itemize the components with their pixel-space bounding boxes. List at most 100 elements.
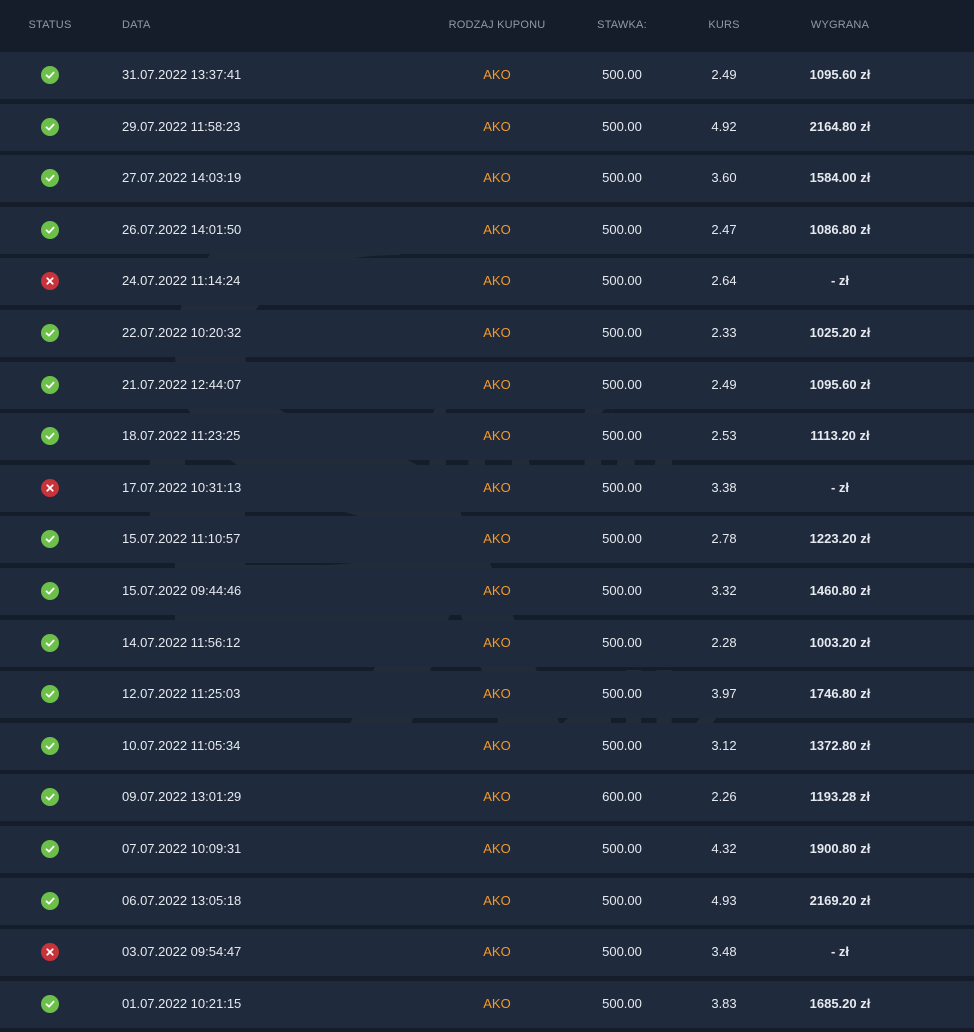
row-stake: 500.00 (602, 118, 642, 134)
check-circle-icon (41, 581, 59, 600)
table-row[interactable]: 03.07.2022 09:54:47 AKO 500.00 3.48 - zł (0, 929, 974, 977)
row-coupon-type: AKO (483, 118, 511, 134)
row-date: 24.07.2022 11:14:24 (122, 273, 241, 289)
check-circle-icon (41, 375, 59, 394)
row-stake: 500.00 (602, 221, 642, 237)
row-date: 15.07.2022 11:10:57 (122, 531, 241, 547)
row-win: 1095.60 zł (809, 67, 871, 82)
row-odds: 2.49 (711, 376, 737, 392)
row-stake: 500.00 (602, 324, 642, 340)
row-stake: 500.00 (602, 737, 642, 753)
table-row[interactable]: 01.07.2022 10:21:15 AKO 500.00 3.83 1685.20 … (0, 980, 974, 1028)
row-odds: 2.26 (711, 789, 737, 805)
row-win: 2169.20 zł (809, 892, 871, 908)
row-date: 26.07.2022 14:01:50 (122, 221, 242, 237)
table-row[interactable]: 06.07.2022 13:05:18 AKO 500.00 4.93 2169.20 … (0, 877, 974, 925)
row-stake: 600.00 (602, 789, 642, 805)
table-row[interactable]: 29.07.2022 11:58:23 AKO 500.00 4.92 2164.80 … (0, 103, 974, 151)
row-coupon-type: AKO (483, 479, 511, 495)
row-odds: 4.92 (711, 118, 737, 134)
row-odds: 3.48 (711, 944, 737, 960)
row-date: 10.07.2022 11:05:34 (122, 737, 241, 753)
check-circle-icon (41, 839, 59, 858)
check-circle-icon (41, 891, 59, 910)
table-row[interactable]: 15.07.2022 11:10:57 AKO 500.00 2.78 1223.20 … (0, 516, 974, 564)
row-coupon-type: AKO (483, 67, 511, 82)
row-odds: 3.12 (711, 737, 737, 753)
table-row[interactable]: 18.07.2022 11:23:25 AKO 500.00 2.53 1113.20 … (0, 413, 974, 461)
table-row[interactable]: 31.07.2022 13:37:41 AKO 500.00 2.49 1095.60 … (0, 52, 974, 99)
row-win: 1900.80 zł (809, 840, 871, 856)
table-row[interactable]: 07.07.2022 10:09:31 AKO 500.00 4.32 1900.80 … (0, 825, 974, 873)
table-row[interactable]: 22.07.2022 10:20:32 AKO 500.00 2.33 1025.20 … (0, 309, 974, 357)
column-header-date[interactable]: DATA (122, 19, 151, 31)
column-header-odds[interactable]: KURS (708, 19, 739, 31)
row-date: 15.07.2022 09:44:46 (122, 582, 242, 598)
row-date: 22.07.2022 10:20:32 (122, 324, 242, 340)
row-coupon-type: AKO (483, 582, 511, 598)
row-stake: 500.00 (602, 273, 642, 289)
row-win: 1193.28 zł (810, 789, 870, 805)
x-circle-icon (41, 943, 59, 962)
row-coupon-type: AKO (483, 170, 511, 186)
table-row[interactable]: 12.07.2022 11:25:03 AKO 500.00 3.97 1746.80 … (0, 671, 974, 719)
table-row[interactable]: 24.07.2022 11:14:24 AKO 500.00 2.64 - zł (0, 258, 974, 306)
row-odds: 2.78 (711, 531, 737, 547)
row-win: 2164.80 zł (809, 118, 871, 134)
check-circle-icon (41, 220, 59, 239)
row-odds: 4.32 (711, 840, 737, 856)
row-win: 1685.20 zł (809, 995, 871, 1011)
column-header-status[interactable]: STATUS (29, 19, 72, 31)
row-date: 07.07.2022 10:09:31 (122, 840, 242, 856)
row-win: 1223.20 zł (809, 531, 871, 547)
row-odds: 3.38 (711, 479, 737, 495)
table-row[interactable]: 15.07.2022 09:44:46 AKO 500.00 3.32 1460.80 … (0, 567, 974, 615)
row-win: - zł (830, 273, 850, 289)
row-coupon-type: AKO (483, 686, 511, 702)
x-circle-icon (41, 478, 59, 497)
row-stake: 500.00 (602, 582, 642, 598)
row-coupon-type: AKO (483, 892, 511, 908)
row-odds: 3.60 (711, 170, 737, 186)
table-header: STATUS DATA RODZAJ KUPONU STAWKA: KURS W… (0, 0, 974, 51)
table-row[interactable]: 09.07.2022 13:01:29 AKO 600.00 2.26 1193.28 … (0, 774, 974, 822)
row-coupon-type: AKO (483, 531, 511, 547)
row-win: - zł (830, 479, 850, 495)
check-circle-icon (41, 685, 59, 704)
table-row[interactable]: 27.07.2022 14:03:19 AKO 500.00 3.60 1584.00 … (0, 155, 974, 203)
row-stake: 500.00 (602, 840, 642, 856)
row-date: 17.07.2022 10:31:13 (122, 479, 242, 495)
check-circle-icon (41, 427, 59, 446)
row-odds: 2.47 (711, 221, 737, 237)
row-stake: 500.00 (602, 634, 642, 650)
row-coupon-type: AKO (483, 324, 511, 340)
row-stake: 500.00 (602, 376, 642, 392)
row-stake: 500.00 (602, 479, 642, 495)
row-date: 03.07.2022 09:54:47 (122, 944, 242, 960)
check-circle-icon (41, 323, 59, 342)
check-circle-icon (41, 736, 59, 755)
row-coupon-type: AKO (483, 221, 511, 237)
coupon-table-body: 31.07.2022 13:37:41 AKO 500.00 2.49 1095.60 … (0, 52, 974, 1032)
check-circle-icon (41, 994, 59, 1013)
column-header-coupon-type[interactable]: RODZAJ KUPONU (449, 19, 546, 31)
row-odds: 2.49 (711, 67, 737, 82)
row-odds: 3.97 (711, 686, 737, 702)
table-row[interactable]: 21.07.2022 12:44:07 AKO 500.00 2.49 1095.60 … (0, 361, 974, 409)
row-stake: 500.00 (602, 67, 642, 82)
row-odds: 4.93 (711, 892, 737, 908)
row-coupon-type: AKO (483, 376, 511, 392)
row-stake: 500.00 (602, 995, 642, 1011)
table-row[interactable]: 17.07.2022 10:31:13 AKO 500.00 3.38 - zł (0, 464, 974, 512)
table-row[interactable]: 26.07.2022 14:01:50 AKO 500.00 2.47 1086.80 … (0, 206, 974, 254)
row-stake: 500.00 (602, 170, 642, 186)
table-row[interactable]: 14.07.2022 11:56:12 AKO 500.00 2.28 1003.20 … (0, 619, 974, 667)
row-win: 1086.80 zł (809, 221, 871, 237)
row-odds: 2.28 (711, 634, 737, 650)
table-row[interactable]: 10.07.2022 11:05:34 AKO 500.00 3.12 1372.80 … (0, 722, 974, 770)
row-stake: 500.00 (602, 892, 642, 908)
column-header-stake[interactable]: STAWKA: (597, 19, 647, 31)
row-win: - zł (830, 944, 850, 960)
row-odds: 2.64 (711, 273, 737, 289)
column-header-win[interactable]: WYGRANA (811, 19, 869, 31)
